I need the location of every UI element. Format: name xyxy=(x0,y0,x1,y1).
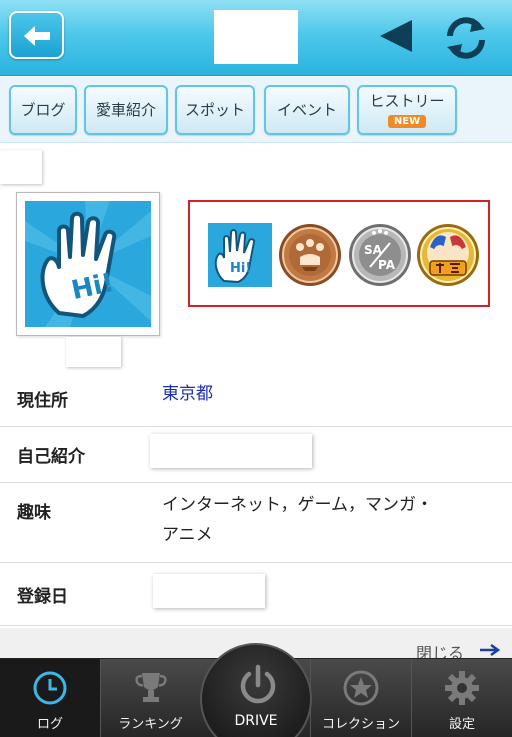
info-row-self-intro: 自己紹介 xyxy=(0,427,512,483)
tab-history[interactable]: ヒストリー NEW xyxy=(357,85,457,135)
registered-label: 登録日 xyxy=(17,587,68,607)
hobby-value-line2: アニメ xyxy=(162,525,213,545)
hi-badge-text: Hi! xyxy=(230,261,251,276)
nav-ranking[interactable]: ランキング xyxy=(100,659,200,737)
tab-history-label: ヒストリー xyxy=(369,92,445,110)
power-icon xyxy=(240,664,276,704)
sa-pa-badge-icon[interactable]: SA PA xyxy=(348,223,412,287)
address-value[interactable]: 東京都 xyxy=(162,379,213,409)
bronze-medal-badge-icon[interactable] xyxy=(278,223,342,287)
hi-hand-badge-icon[interactable]: Hi! xyxy=(208,223,272,287)
nav-ranking-label: ランキング xyxy=(118,717,183,732)
page-title-box xyxy=(214,10,298,64)
hobby-value-line1: インターネット，ゲーム，マンガ・ xyxy=(162,495,433,515)
drive-button[interactable]: DRIVE xyxy=(200,643,312,737)
info-row-registered: 登録日 xyxy=(0,563,512,626)
nav-collection[interactable]: コレクション xyxy=(310,659,411,737)
anime-character-badge-icon[interactable] xyxy=(416,223,480,287)
arrow-left-icon xyxy=(24,26,50,46)
svg-text:SA: SA xyxy=(364,243,383,257)
trophy-icon xyxy=(134,673,167,702)
arrow-right-icon[interactable] xyxy=(480,644,502,656)
nav-log-label: ログ xyxy=(36,717,63,732)
badge-collection: Hi! SA PA xyxy=(188,200,490,307)
tab-spot[interactable]: スポット xyxy=(175,85,255,135)
self-intro-label: 自己紹介 xyxy=(17,447,85,467)
content-tabs: ブログ 愛車紹介 スポット イベント ヒストリー NEW xyxy=(0,77,512,143)
refresh-button[interactable] xyxy=(440,12,492,64)
app-header xyxy=(0,0,512,76)
drive-label: DRIVE xyxy=(234,713,278,729)
registered-value-box xyxy=(153,574,265,608)
avatar-caption-box xyxy=(66,337,121,367)
hobby-label: 趣味 xyxy=(17,503,51,523)
avatar-image: Hi! xyxy=(25,201,151,327)
tab-car-intro[interactable]: 愛車紹介 xyxy=(84,85,168,135)
tab-event[interactable]: イベント xyxy=(264,85,350,135)
triangle-left-icon xyxy=(380,20,412,52)
gear-icon xyxy=(445,671,479,705)
info-row-hobby: 趣味 インターネット，ゲーム，マンガ・ アニメ xyxy=(0,483,512,563)
back-button[interactable] xyxy=(9,11,64,59)
svg-text:PA: PA xyxy=(378,258,396,272)
nav-log[interactable]: ログ xyxy=(0,659,100,737)
info-row-address: 現住所 東京都 xyxy=(0,370,512,427)
clock-icon xyxy=(33,671,67,705)
nav-collection-label: コレクション xyxy=(321,717,400,732)
nav-settings-label: 設定 xyxy=(448,717,475,732)
nav-settings[interactable]: 設定 xyxy=(411,659,512,737)
previous-button[interactable] xyxy=(376,16,416,56)
self-intro-value-box xyxy=(150,434,312,468)
user-name-box xyxy=(0,150,42,184)
tab-blog[interactable]: ブログ xyxy=(9,85,77,135)
star-circle-icon xyxy=(343,670,379,706)
new-badge: NEW xyxy=(387,115,427,128)
avatar[interactable]: Hi! xyxy=(16,192,160,336)
refresh-icon xyxy=(447,17,485,59)
address-label: 現住所 xyxy=(17,391,68,411)
